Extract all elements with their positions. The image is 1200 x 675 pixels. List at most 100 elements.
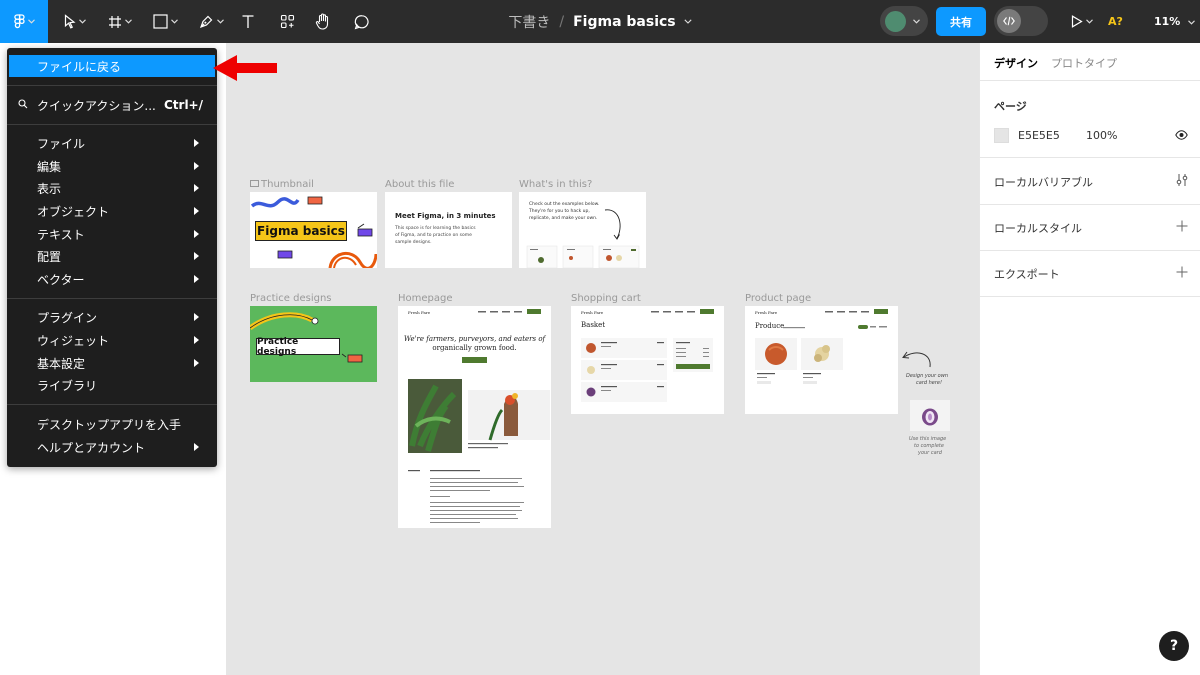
menu-item-widgets[interactable]: ウィジェット (7, 329, 217, 351)
menu-item-object[interactable]: オブジェクト (7, 200, 217, 222)
eye-icon[interactable] (1175, 130, 1188, 140)
frame-icon (109, 15, 121, 28)
chevron-right-icon (194, 359, 199, 367)
chevron-down-icon[interactable] (684, 19, 692, 24)
chevron-down-icon (79, 19, 86, 24)
chevron-right-icon (194, 443, 199, 451)
about-heading: Meet Figma, in 3 minutes (395, 212, 496, 220)
menu-item-quick-actions[interactable]: クイックアクション... Ctrl+/ (7, 94, 217, 116)
page-opacity-value[interactable]: 100% (1086, 129, 1117, 142)
chevron-down-icon (216, 19, 224, 24)
menu-item-back-to-files[interactable]: ファイルに戻る (9, 55, 215, 77)
design-note-1: Design your own (906, 373, 949, 379)
frame-about[interactable]: Meet Figma, in 3 minutes This space is f… (385, 192, 512, 268)
pen-tool-button[interactable] (194, 0, 228, 43)
local-styles-section[interactable]: ローカルスタイル (994, 220, 1082, 236)
chevron-right-icon (194, 313, 199, 321)
chevron-down-icon (125, 19, 132, 24)
shape-tool-button[interactable] (148, 0, 182, 43)
zoom-dropdown[interactable]: 11% (1154, 0, 1196, 43)
text-tool-button[interactable] (236, 0, 260, 43)
menu-item-text[interactable]: テキスト (7, 223, 217, 245)
thumbnail-title: Figma basics (255, 221, 347, 241)
frame-label-thumbnail[interactable]: Thumbnail (250, 179, 314, 190)
panel-tabs: デザイン プロトタイプ (980, 43, 1200, 81)
menu-item-get-desktop-app[interactable]: デスクトップアプリを入手 (7, 413, 217, 435)
chevron-right-icon (194, 230, 199, 238)
canvas[interactable]: Thumbnail About this file What's in this… (226, 43, 979, 675)
hand-tool-button[interactable] (311, 0, 335, 43)
resources-button[interactable] (276, 0, 298, 43)
present-button[interactable] (1066, 0, 1098, 43)
about-body-1: This space is for learning the basics (395, 226, 476, 231)
chevron-right-icon (194, 275, 199, 283)
frame-thumbnail[interactable]: Figma basics (250, 192, 377, 268)
plus-icon[interactable] (1176, 266, 1188, 278)
components-icon (280, 14, 294, 29)
tab-design[interactable]: デザイン (994, 55, 1038, 71)
menu-item-arrange[interactable]: 配置 (7, 245, 217, 267)
chevron-right-icon (194, 162, 199, 170)
menu-item-preferences[interactable]: 基本設定 (7, 352, 217, 374)
menu-item-vector[interactable]: ベクター (7, 268, 217, 290)
code-icon (997, 9, 1021, 33)
tab-prototype[interactable]: プロトタイプ (1051, 55, 1117, 71)
page-color-value[interactable]: E5E5E5 (1018, 129, 1060, 142)
move-tool-button[interactable] (58, 0, 92, 43)
frame-practice[interactable]: Practice designs (250, 306, 377, 382)
panel-divider (980, 250, 1200, 251)
chevron-right-icon (194, 184, 199, 192)
frame-label-whats-in[interactable]: What's in this? (519, 179, 592, 190)
panel-divider (980, 296, 1200, 297)
breadcrumb-folder[interactable]: 下書き (508, 12, 550, 32)
plus-icon[interactable] (1176, 220, 1188, 232)
menu-item-libraries[interactable]: ライブラリ (7, 374, 217, 396)
variables-icon[interactable] (1175, 173, 1189, 187)
frame-label-product[interactable]: Product page (745, 293, 811, 304)
curved-arrow-icon (902, 351, 931, 368)
page-color-swatch[interactable] (994, 128, 1009, 143)
menu-item-edit[interactable]: 編集 (7, 155, 217, 177)
zoom-level: 11% (1154, 15, 1181, 28)
design-note-2: card here! (916, 380, 943, 386)
frame-cart[interactable]: Fresh Fare Basket (571, 306, 724, 414)
main-menu-dropdown: ファイルに戻る クイックアクション... Ctrl+/ ファイル 編集 表示 オ… (7, 48, 217, 467)
frame-tool-button[interactable] (103, 0, 137, 43)
rectangle-icon (152, 14, 168, 29)
frame-whats-in[interactable]: Check out the examples below. They're fo… (519, 192, 646, 268)
menu-item-help-account[interactable]: ヘルプとアカウント (7, 436, 217, 458)
menu-item-plugins[interactable]: プラグイン (7, 306, 217, 328)
frame-label-homepage[interactable]: Homepage (398, 293, 453, 304)
frame-label-cart[interactable]: Shopping cart (571, 293, 641, 304)
onion-image (922, 408, 938, 426)
multiplayer-avatars[interactable] (880, 6, 928, 36)
practice-title: Practice designs (256, 337, 340, 357)
share-button[interactable]: 共有 (936, 7, 986, 36)
sample-image[interactable] (910, 400, 950, 431)
frame-label-practice[interactable]: Practice designs (250, 293, 332, 304)
frame-homepage[interactable]: Fresh Fare We're farmers, purveyors, and… (398, 306, 551, 528)
ai-button[interactable]: A? (1108, 0, 1123, 43)
about-body-3: sample designs. (395, 240, 432, 245)
homepage-headline-1: We're farmers, purveyors, and eaters of (403, 335, 546, 343)
dev-mode-toggle[interactable] (994, 6, 1048, 36)
chevron-down-icon (27, 19, 35, 24)
menu-item-view[interactable]: 表示 (7, 177, 217, 199)
frame-label-about[interactable]: About this file (385, 179, 454, 190)
cursor-icon (64, 14, 76, 29)
help-button[interactable]: ? (1159, 631, 1189, 661)
red-arrow-icon (213, 55, 277, 81)
menu-item-file[interactable]: ファイル (7, 132, 217, 154)
toolbar: 下書き / Figma basics 共有 A? 11% (0, 0, 1200, 43)
whats-in-decoration (526, 209, 640, 268)
file-name[interactable]: Figma basics (573, 14, 676, 30)
comment-tool-button[interactable] (350, 0, 374, 43)
avatar[interactable] (885, 10, 906, 32)
export-section[interactable]: エクスポート (994, 266, 1060, 282)
local-variables-section[interactable]: ローカルバリアブル (994, 174, 1093, 190)
page-section-title: ページ (994, 100, 1027, 113)
properties-panel: デザイン プロトタイプ ページ E5E5E5 100% ローカルバリアブル ロー… (979, 43, 1200, 675)
main-menu-button[interactable] (0, 0, 48, 43)
frame-product[interactable]: Fresh Fare Produce (745, 306, 898, 414)
search-icon (18, 99, 28, 109)
